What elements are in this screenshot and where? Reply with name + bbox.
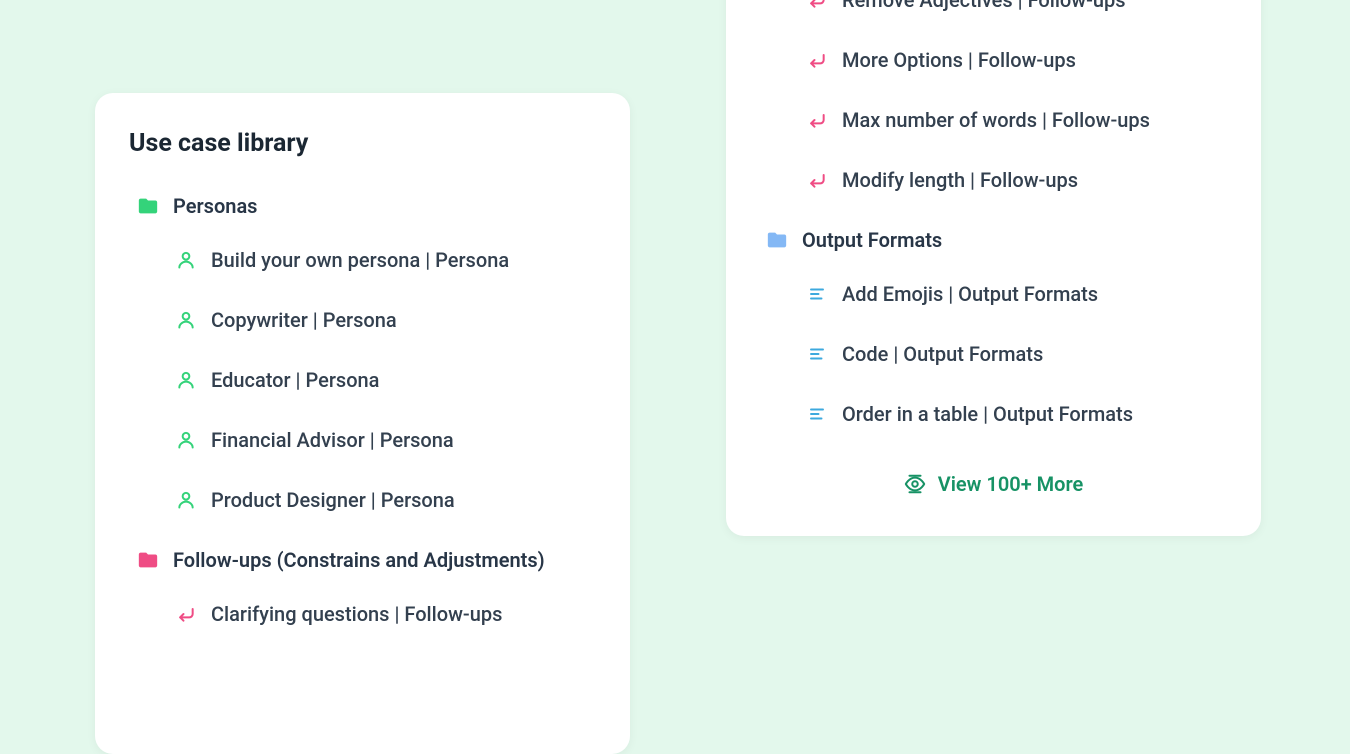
return-icon: [175, 603, 197, 625]
list-item[interactable]: Code | Output Formats: [726, 334, 1261, 374]
section-output-formats[interactable]: Output Formats: [726, 220, 1261, 260]
person-icon: [175, 489, 197, 511]
item-label: Financial Advisor | Persona: [211, 428, 454, 452]
section-followups[interactable]: Follow-ups (Constrains and Adjustments): [129, 540, 596, 580]
section-label: Personas: [173, 194, 257, 218]
person-icon: [175, 309, 197, 331]
list-item[interactable]: Add Emojis | Output Formats: [726, 274, 1261, 314]
list-item[interactable]: Product Designer | Persona: [129, 480, 596, 520]
view-more-button[interactable]: View 100+ More: [726, 454, 1261, 500]
item-label: Code | Output Formats: [842, 342, 1043, 366]
return-icon: [806, 169, 828, 191]
list-item[interactable]: More Options | Follow-ups: [726, 40, 1261, 80]
list-item[interactable]: Order in a table | Output Formats: [726, 394, 1261, 434]
item-label: Max number of words | Follow-ups: [842, 108, 1150, 132]
list-item[interactable]: Modify length | Follow-ups: [726, 160, 1261, 200]
person-icon: [175, 369, 197, 391]
list-item[interactable]: Clarifying questions | Follow-ups: [129, 594, 596, 634]
return-icon: [806, 49, 828, 71]
list-item[interactable]: Max number of words | Follow-ups: [726, 100, 1261, 140]
item-label: Remove Adjectives | Follow-ups: [842, 0, 1126, 12]
list-item[interactable]: Remove Adjectives | Follow-ups: [726, 0, 1261, 20]
item-label: Clarifying questions | Follow-ups: [211, 602, 502, 626]
section-personas[interactable]: Personas: [129, 186, 596, 226]
view-more-label: View 100+ More: [938, 472, 1084, 496]
item-label: Product Designer | Persona: [211, 488, 455, 512]
item-label: Copywriter | Persona: [211, 308, 397, 332]
view-icon: [904, 473, 926, 495]
section-label: Follow-ups (Constrains and Adjustments): [173, 548, 545, 572]
item-label: Educator | Persona: [211, 368, 379, 392]
item-label: More Options | Follow-ups: [842, 48, 1076, 72]
list-item[interactable]: Copywriter | Persona: [129, 300, 596, 340]
list-item[interactable]: Financial Advisor | Persona: [129, 420, 596, 460]
library-card-right: Remove Adjectives | Follow-ups More Opti…: [726, 0, 1261, 536]
item-label: Build your own persona | Persona: [211, 248, 509, 272]
lines-icon: [806, 343, 828, 365]
folder-icon: [137, 195, 159, 217]
list-item[interactable]: Build your own persona | Persona: [129, 240, 596, 280]
folder-icon: [766, 229, 788, 251]
item-label: Modify length | Follow-ups: [842, 168, 1078, 192]
return-icon: [806, 109, 828, 131]
return-icon: [806, 0, 828, 11]
list-item[interactable]: Educator | Persona: [129, 360, 596, 400]
folder-icon: [137, 549, 159, 571]
library-card-left: Use case library Personas Build your own…: [95, 93, 630, 754]
person-icon: [175, 249, 197, 271]
item-label: Order in a table | Output Formats: [842, 402, 1133, 426]
section-label: Output Formats: [802, 228, 942, 252]
person-icon: [175, 429, 197, 451]
item-label: Add Emojis | Output Formats: [842, 282, 1098, 306]
lines-icon: [806, 283, 828, 305]
page-title: Use case library: [129, 129, 596, 158]
lines-icon: [806, 403, 828, 425]
